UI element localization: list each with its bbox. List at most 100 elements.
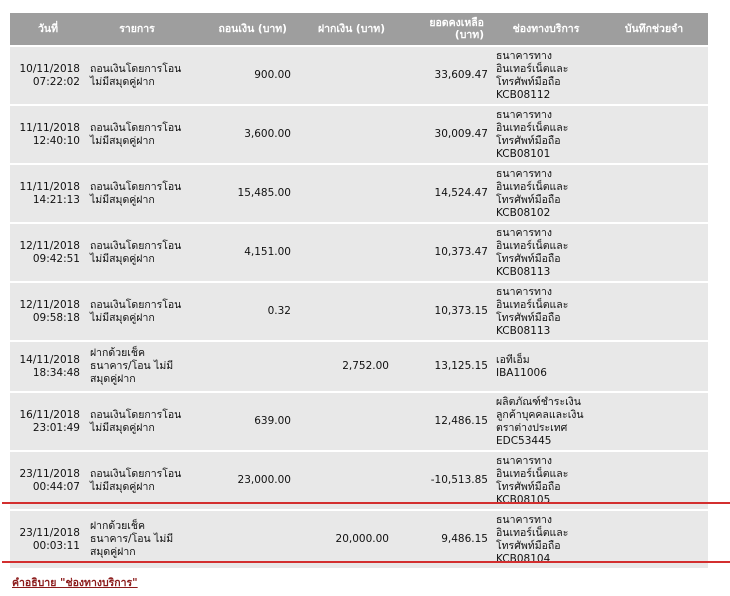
date-text: 16/11/2018	[19, 408, 80, 421]
table-row: 23/11/2018 00:44:07 ถอนเงินโดยการโอน ไม่มีส…	[10, 452, 708, 509]
channel-cell: ธนาคารทาง อินเทอร์เน็ตและ โทรศัพท์มือถือ KC…	[492, 224, 600, 281]
balance-cell: 13,125.15	[393, 342, 492, 391]
description-line: ไม่มีสมุดคู่ฝาก	[90, 252, 155, 265]
description-cell: ฝากด้วยเช็ค ธนาคาร/โอน ไม่มี สมุดคู่ฝาก	[86, 342, 188, 391]
description-cell: ถอนเงินโดยการโอน ไม่มีสมุดคู่ฝาก	[86, 106, 188, 163]
channel-line: ธนาคารทาง	[496, 285, 552, 298]
channel-cell: ผลิตภัณฑ์ชำระเงิน ลูกค้าบุคคลและเงิน ตราต่…	[492, 393, 600, 450]
balance-cell: 30,009.47	[393, 106, 492, 163]
header-date: วันที่	[10, 13, 86, 45]
highlight-line-top	[2, 502, 730, 504]
channel-line: อินเทอร์เน็ตและ	[496, 526, 569, 539]
channel-line: ธนาคารทาง	[496, 226, 552, 239]
time-text: 23:01:49	[32, 421, 80, 434]
description-line: ไม่มีสมุดคู่ฝาก	[90, 311, 155, 324]
description-cell: ฝากด้วยเช็ค ธนาคาร/โอน ไม่มี สมุดคู่ฝาก	[86, 511, 188, 568]
table-row: 10/11/2018 07:22:02 ถอนเงินโดยการโอน ไม่มีส…	[10, 47, 708, 104]
description-line: ไม่มีสมุดคู่ฝาก	[90, 193, 155, 206]
memo-cell	[600, 106, 708, 163]
withdraw-cell: 23,000.00	[188, 452, 295, 509]
channel-line: โทรศัพท์มือถือ	[496, 252, 561, 265]
description-line: ถอนเงินโดยการโอน	[90, 121, 182, 134]
channel-line: ผลิตภัณฑ์ชำระเงิน	[496, 395, 581, 408]
channel-line: KCB08105	[496, 493, 551, 506]
date-cell: 16/11/2018 23:01:49	[10, 393, 86, 450]
description-line: ธนาคาร/โอน ไม่มี	[90, 360, 174, 372]
withdraw-cell	[188, 342, 295, 391]
balance-cell: 10,373.47	[393, 224, 492, 281]
description-line: ถอนเงินโดยการโอน	[90, 408, 182, 421]
time-text: 00:03:11	[32, 539, 80, 552]
channel-line: KCB08113	[496, 265, 551, 278]
date-text: 11/11/2018	[19, 121, 80, 134]
channel-line: อินเทอร์เน็ตและ	[496, 298, 569, 311]
deposit-cell	[295, 452, 393, 509]
table-row: 12/11/2018 09:58:18 ถอนเงินโดยการโอน ไม่มีส…	[10, 283, 708, 340]
deposit-cell	[295, 106, 393, 163]
date-text: 14/11/2018	[19, 353, 80, 366]
description-line: ไม่มีสมุดคู่ฝาก	[90, 134, 155, 147]
channel-line: ลูกค้าบุคคลและเงิน	[496, 408, 584, 421]
description-line: ไม่มีสมุดคู่ฝาก	[90, 480, 155, 493]
channel-line: KCB08101	[496, 147, 551, 160]
channel-line: KCB08112	[496, 88, 551, 101]
channel-line: โทรศัพท์มือถือ	[496, 75, 561, 88]
withdraw-cell: 639.00	[188, 393, 295, 450]
date-cell: 11/11/2018 14:21:13	[10, 165, 86, 222]
channel-cell: ธนาคารทาง อินเทอร์เน็ตและ โทรศัพท์มือถือ KC…	[492, 106, 600, 163]
channel-line: ธนาคารทาง	[496, 108, 552, 121]
table-header-row: วันที่ รายการ ถอนเงิน (บาท) ฝากเงิน (บาท…	[10, 13, 708, 45]
withdraw-cell: 3,600.00	[188, 106, 295, 163]
channel-line: KCB08104	[496, 552, 551, 565]
description-cell: ถอนเงินโดยการโอน ไม่มีสมุดคู่ฝาก	[86, 224, 188, 281]
date-cell: 14/11/2018 18:34:48	[10, 342, 86, 391]
time-text: 18:34:48	[32, 366, 80, 379]
channel-line: ตราต่างประเทศ	[496, 421, 568, 434]
description-line: ถอนเงินโดยการโอน	[90, 298, 182, 311]
description-cell: ถอนเงินโดยการโอน ไม่มีสมุดคู่ฝาก	[86, 393, 188, 450]
memo-cell	[600, 165, 708, 222]
balance-cell: 9,486.15	[393, 511, 492, 568]
table-row: 23/11/2018 00:03:11 ฝากด้วยเช็ค ธนาคาร/โอน …	[10, 511, 708, 568]
table-row: 14/11/2018 18:34:48 ฝากด้วยเช็ค ธนาคาร/โอน …	[10, 342, 708, 391]
description-line: ไม่มีสมุดคู่ฝาก	[90, 75, 155, 88]
deposit-cell: 2,752.00	[295, 342, 393, 391]
balance-cell: 10,373.15	[393, 283, 492, 340]
header-memo: บันทึกช่วยจำ	[600, 13, 708, 45]
table-row: 12/11/2018 09:42:51 ถอนเงินโดยการโอน ไม่มีส…	[10, 224, 708, 281]
channel-line: KCB08102	[496, 206, 551, 219]
withdraw-cell: 15,485.00	[188, 165, 295, 222]
channel-line: อินเทอร์เน็ตและ	[496, 467, 569, 480]
table-row: 11/11/2018 12:40:10 ถอนเงินโดยการโอน ไม่มีส…	[10, 106, 708, 163]
channel-cell: ธนาคารทาง อินเทอร์เน็ตและ โทรศัพท์มือถือ KC…	[492, 283, 600, 340]
description-line: ถอนเงินโดยการโอน	[90, 62, 182, 75]
balance-cell: 33,609.47	[393, 47, 492, 104]
date-cell: 10/11/2018 07:22:02	[10, 47, 86, 104]
date-text: 23/11/2018	[19, 467, 80, 480]
time-text: 07:22:02	[32, 75, 80, 88]
withdraw-cell: 900.00	[188, 47, 295, 104]
channel-line: โทรศัพท์มือถือ	[496, 539, 561, 552]
table-row: 11/11/2018 14:21:13 ถอนเงินโดยการโอน ไม่มีส…	[10, 165, 708, 222]
channel-cell: เอทีเอ็ม IBA11006	[492, 342, 600, 391]
highlight-line-bottom	[2, 561, 730, 563]
deposit-cell	[295, 224, 393, 281]
memo-cell	[600, 511, 708, 568]
description-line: สมุดคู่ฝาก	[90, 373, 136, 385]
deposit-cell	[295, 47, 393, 104]
channel-explanation-link[interactable]: คำอธิบาย "ช่องทางบริการ"	[12, 574, 138, 591]
time-text: 09:42:51	[32, 252, 80, 265]
header-deposit: ฝากเงิน (บาท)	[295, 13, 393, 45]
header-balance: ยอดคงเหลือ (บาท)	[393, 13, 492, 45]
channel-line: ธนาคารทาง	[496, 513, 552, 526]
description-line: ไม่มีสมุดคู่ฝาก	[90, 421, 155, 434]
channel-line: อินเทอร์เน็ตและ	[496, 62, 569, 75]
channel-line: อินเทอร์เน็ตและ	[496, 180, 569, 193]
balance-cell: 12,486.15	[393, 393, 492, 450]
date-text: 10/11/2018	[19, 62, 80, 75]
date-text: 11/11/2018	[19, 180, 80, 193]
withdraw-cell	[188, 511, 295, 568]
balance-cell: -10,513.85	[393, 452, 492, 509]
deposit-cell	[295, 393, 393, 450]
channel-line: ธนาคารทาง	[496, 167, 552, 180]
